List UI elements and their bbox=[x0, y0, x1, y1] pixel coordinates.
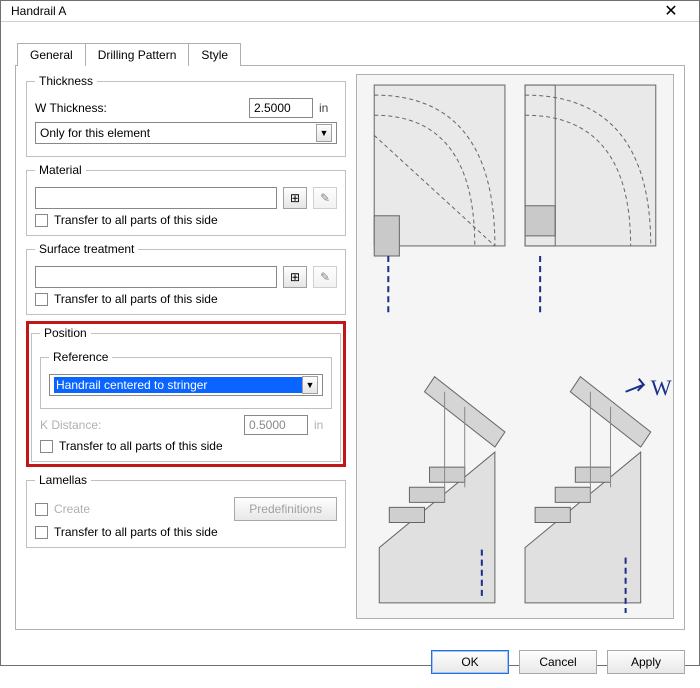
predefinitions-button[interactable]: Predefinitions bbox=[234, 497, 337, 521]
surface-edit-button[interactable]: ✎ bbox=[313, 266, 337, 288]
legend-surface: Surface treatment bbox=[35, 242, 138, 256]
apply-label: Apply bbox=[631, 655, 661, 669]
checkbox-position-transfer-label: Transfer to all parts of this side bbox=[59, 439, 223, 453]
legend-reference: Reference bbox=[49, 350, 112, 364]
select-reference[interactable]: Handrail centered to stringer ▼ bbox=[49, 374, 323, 396]
content-area: General Drilling Pattern Style Thickness… bbox=[1, 22, 699, 640]
input-w-thickness[interactable] bbox=[249, 98, 313, 118]
checkbox-material-transfer-label: Transfer to all parts of this side bbox=[54, 213, 218, 227]
ok-label: OK bbox=[461, 655, 478, 669]
titlebar: Handrail A ✕ bbox=[1, 1, 699, 22]
material-browse-button[interactable]: ⊞ bbox=[283, 187, 307, 209]
select-thickness-scope-value: Only for this element bbox=[40, 126, 316, 140]
legend-thickness: Thickness bbox=[35, 74, 97, 88]
surface-browse-button[interactable]: ⊞ bbox=[283, 266, 307, 288]
label-k-distance: K Distance: bbox=[40, 418, 238, 432]
checkbox-box bbox=[35, 293, 48, 306]
select-material[interactable] bbox=[35, 187, 277, 209]
checkbox-surface-transfer[interactable]: Transfer to all parts of this side bbox=[35, 292, 337, 306]
dialog-buttons: OK Cancel Apply bbox=[1, 640, 699, 688]
checkbox-box bbox=[35, 526, 48, 539]
pencil-icon: ✎ bbox=[320, 191, 330, 205]
checkbox-lamellas-create-label: Create bbox=[54, 502, 90, 516]
grid-icon: ⊞ bbox=[290, 191, 300, 205]
checkbox-lamellas-transfer-label: Transfer to all parts of this side bbox=[54, 525, 218, 539]
unit-k-distance: in bbox=[314, 418, 332, 432]
highlight-position: Position Reference Handrail centered to … bbox=[26, 321, 346, 467]
dialog-handrail: Handrail A ✕ General Drilling Pattern St… bbox=[0, 0, 700, 666]
checkbox-lamellas-transfer[interactable]: Transfer to all parts of this side bbox=[35, 525, 337, 539]
apply-button[interactable]: Apply bbox=[607, 650, 685, 674]
tabpage-general: Thickness W Thickness: in Only for this … bbox=[15, 65, 685, 630]
legend-lamellas: Lamellas bbox=[35, 473, 91, 487]
checkbox-box bbox=[40, 440, 53, 453]
checkbox-position-transfer[interactable]: Transfer to all parts of this side bbox=[40, 439, 332, 453]
unit-w-thickness: in bbox=[319, 101, 337, 115]
tab-drilling-label: Drilling Pattern bbox=[98, 48, 177, 62]
preview-illustration: W bbox=[357, 75, 673, 618]
group-lamellas: Lamellas Create Predefinitions Transfer … bbox=[26, 473, 346, 548]
label-w-thickness: W Thickness: bbox=[35, 101, 243, 115]
predefinitions-label: Predefinitions bbox=[249, 502, 322, 516]
pencil-icon: ✎ bbox=[320, 270, 330, 284]
group-reference: Reference Handrail centered to stringer … bbox=[40, 350, 332, 409]
legend-position: Position bbox=[40, 326, 91, 340]
window-title: Handrail A bbox=[11, 4, 651, 18]
group-thickness: Thickness W Thickness: in Only for this … bbox=[26, 74, 346, 157]
close-icon[interactable]: ✕ bbox=[651, 1, 691, 21]
ok-button[interactable]: OK bbox=[431, 650, 509, 674]
tab-general-label: General bbox=[30, 48, 73, 62]
tab-general[interactable]: General bbox=[17, 43, 86, 66]
select-reference-value: Handrail centered to stringer bbox=[54, 377, 302, 393]
checkbox-box bbox=[35, 503, 48, 516]
input-k-distance bbox=[244, 415, 308, 435]
checkbox-surface-transfer-label: Transfer to all parts of this side bbox=[54, 292, 218, 306]
preview-w-label: W bbox=[651, 375, 672, 400]
tabstrip: General Drilling Pattern Style bbox=[17, 42, 685, 65]
select-thickness-scope[interactable]: Only for this element ▼ bbox=[35, 122, 337, 144]
checkbox-box bbox=[35, 214, 48, 227]
legend-material: Material bbox=[35, 163, 86, 177]
left-column: Thickness W Thickness: in Only for this … bbox=[26, 74, 346, 619]
group-position: Position Reference Handrail centered to … bbox=[31, 326, 341, 462]
cancel-label: Cancel bbox=[539, 655, 576, 669]
tab-style-label: Style bbox=[201, 48, 228, 62]
select-surface[interactable] bbox=[35, 266, 277, 288]
chevron-down-icon: ▼ bbox=[302, 376, 318, 394]
checkbox-lamellas-create[interactable]: Create bbox=[35, 502, 90, 516]
checkbox-material-transfer[interactable]: Transfer to all parts of this side bbox=[35, 213, 337, 227]
cancel-button[interactable]: Cancel bbox=[519, 650, 597, 674]
chevron-down-icon: ▼ bbox=[316, 124, 332, 142]
group-surface: Surface treatment ⊞ ✎ Transfer to all pa… bbox=[26, 242, 346, 315]
group-material: Material ⊞ ✎ Transfer to all parts of th… bbox=[26, 163, 346, 236]
grid-icon: ⊞ bbox=[290, 270, 300, 284]
preview-pane: W bbox=[356, 74, 674, 619]
material-edit-button[interactable]: ✎ bbox=[313, 187, 337, 209]
tab-drilling-pattern[interactable]: Drilling Pattern bbox=[85, 43, 190, 66]
tab-style[interactable]: Style bbox=[188, 43, 241, 66]
